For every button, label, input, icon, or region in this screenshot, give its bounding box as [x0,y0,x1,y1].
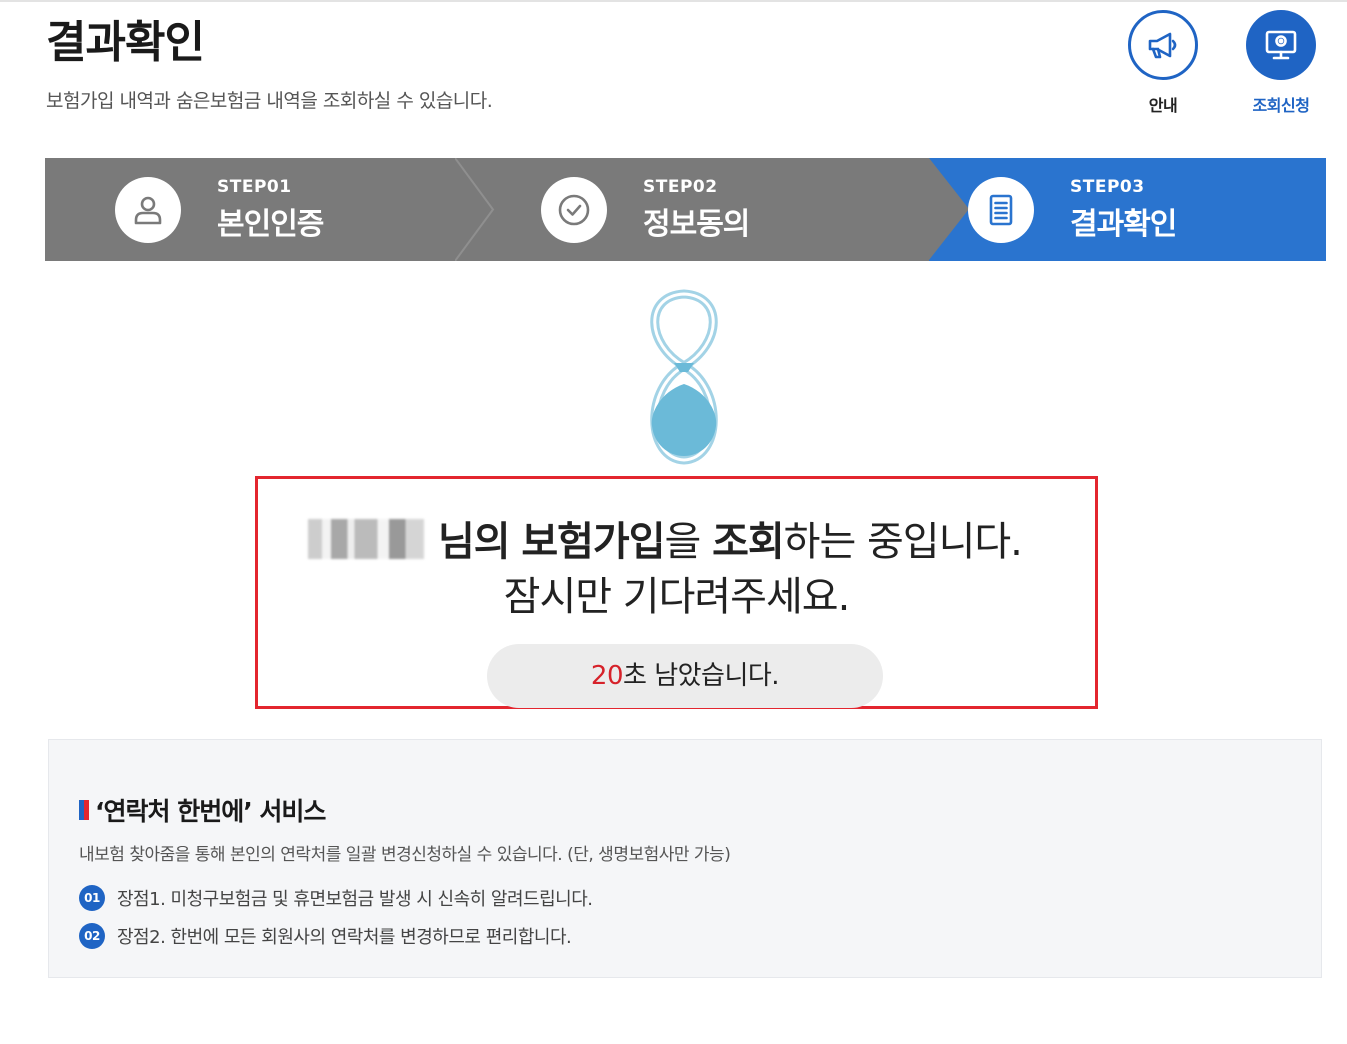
step-2-icon-circle [541,176,607,243]
document-icon [989,194,1013,225]
step-2: STEP02 정보동의 [541,158,750,261]
flag-icon [79,800,89,820]
service-description: 내보험 찾아줌을 통해 본인의 연락처를 일괄 변경신청하실 수 있습니다. (… [79,845,731,865]
page-subtitle: 보험가입 내역과 숨은보험금 내역을 조회하실 수 있습니다. [46,90,493,112]
status-suffix: 님의 [438,519,511,565]
status-bold-insurance: 보험가입 [521,519,665,565]
benefit-2-text: 장점2. 한번에 모든 회원사의 연락처를 변경하므로 편리합니다. [117,927,572,948]
guide-shortcut[interactable]: 안내 [1118,10,1208,116]
monitor-search-icon [1265,30,1297,60]
guide-label: 안내 [1148,96,1178,115]
step-3-name: 결과확인 [1070,206,1177,242]
check-circle-icon [558,194,590,225]
status-bold-inquiry: 조회 [712,519,785,565]
service-title: ‘연락처 한번에’ 서비스 [79,792,326,828]
top-divider [0,0,1347,2]
request-label: 조회신청 [1252,96,1310,115]
step-2-number: STEP02 [643,176,718,197]
status-message-line2: 잠시만 기다려주세요. [503,574,851,620]
benefit-1-text: 장점1. 미청구보험금 및 휴면보험금 발생 시 신속히 알려드립니다. [117,889,593,910]
step-1: STEP01 본인인증 [115,158,324,261]
masked-user-name [308,519,424,559]
guide-circle[interactable] [1128,10,1198,80]
step-3-icon-circle [968,176,1034,243]
step-3-number: STEP03 [1070,176,1145,197]
step-progress-bar: STEP01 본인인증 STEP02 정보동의 STEP03 결과확인 [45,158,1326,261]
contact-service-box: ‘연락처 한번에’ 서비스 내보험 찾아줌을 통해 본인의 연락처를 일괄 변경… [48,739,1322,978]
number-badge-02: 02 [79,923,105,949]
service-benefit-2: 02 장점2. 한번에 모든 회원사의 연락처를 변경하므로 편리합니다. [79,923,572,949]
countdown-suffix: 초 남았습니다. [623,661,780,691]
result-page: 결과확인 보험가입 내역과 숨은보험금 내역을 조회하실 수 있습니다. 안내 … [0,0,1347,1044]
status-message-line1: 님의 보험가입을 조회하는 중입니다. [308,509,1068,567]
hourglass-loading-icon [650,289,718,465]
step-divider-chevron [455,158,495,261]
status-message-box: 님의 보험가입을 조회하는 중입니다. 잠시만 기다려주세요. 20초 남았습니… [255,476,1098,709]
step-1-name: 본인인증 [217,206,324,242]
countdown-seconds: 20 [590,661,624,691]
step-1-number: STEP01 [217,176,292,197]
page-title: 결과확인 [46,17,205,68]
status-ending: 하는 중입니다. [783,519,1023,565]
step-active-arrow [929,158,969,260]
request-shortcut[interactable]: 조회신청 [1236,10,1326,116]
service-benefit-1: 01 장점1. 미청구보험금 및 휴면보험금 발생 시 신속히 알려드립니다. [79,885,593,911]
service-title-text: ‘연락처 한번에’ 서비스 [95,797,326,826]
request-circle[interactable] [1246,10,1316,80]
step-1-icon-circle [115,176,181,243]
person-icon [134,196,162,224]
step-3: STEP03 결과확인 [968,158,1177,261]
megaphone-icon [1148,32,1177,59]
number-badge-01: 01 [79,885,105,911]
status-particle: 을 [664,519,702,565]
countdown-timer: 20초 남았습니다. [487,644,883,708]
step-2-name: 정보동의 [643,206,750,242]
